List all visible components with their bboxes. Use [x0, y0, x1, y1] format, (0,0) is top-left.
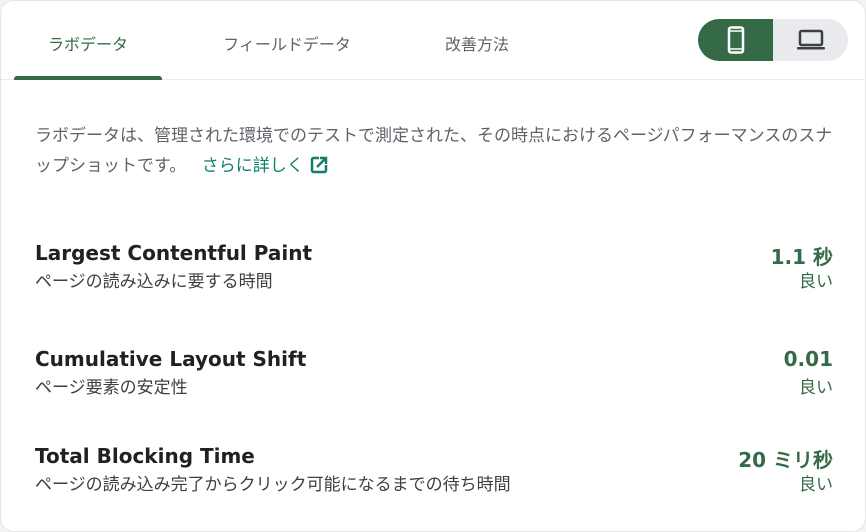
metric-value: 0.01: [783, 347, 833, 371]
metric-name: Total Blocking Time: [35, 444, 255, 468]
device-toggle: [698, 19, 848, 61]
metric-name: Cumulative Layout Shift: [35, 347, 307, 371]
metric-description: ページ要素の安定性: [35, 378, 188, 398]
metric-cls: Cumulative Layout Shift ページ要素の安定性 0.01 良…: [35, 347, 833, 403]
laptop-icon: [796, 29, 825, 50]
tab-field-data[interactable]: フィールドデータ: [197, 1, 377, 79]
metric-lcp: Largest Contentful Paint ページの読み込みに要する時間 …: [35, 241, 833, 297]
metric-rating: 良い: [799, 475, 833, 495]
metric-value: 20 ミリ秒: [738, 448, 833, 472]
metric-value: 1.1 秒: [770, 245, 833, 269]
metric-rating: 良い: [799, 272, 833, 292]
desktop-device-button[interactable]: [773, 19, 848, 61]
lab-data-card: ラボデータ フィールドデータ 改善方法 ラボデータは、管理された環境でのテストで…: [0, 0, 866, 532]
smartphone-icon: [727, 26, 744, 54]
tab-improvements[interactable]: 改善方法: [419, 1, 535, 79]
external-link-icon: [310, 155, 329, 174]
learn-more-link[interactable]: さらに詳しく: [201, 155, 329, 176]
intro-text: ラボデータは、管理された環境でのテストで測定された、その時点におけるページパフォ…: [35, 121, 835, 181]
metric-name: Largest Contentful Paint: [35, 241, 313, 265]
metric-description: ページの読み込み完了からクリック可能になるまでの待ち時間: [35, 475, 511, 495]
tab-lab-data[interactable]: ラボデータ: [14, 1, 162, 80]
intro-description: ラボデータは、管理された環境でのテストで測定された、その時点におけるページパフォ…: [35, 126, 833, 176]
metric-rating: 良い: [799, 378, 833, 398]
metric-tbt: Total Blocking Time ページの読み込み完了からクリック可能にな…: [35, 444, 833, 500]
mobile-device-button[interactable]: [698, 19, 773, 61]
metric-description: ページの読み込みに要する時間: [35, 272, 273, 292]
learn-more-label: さらに詳しく: [201, 156, 304, 176]
tab-bar: ラボデータ フィールドデータ 改善方法: [1, 1, 865, 80]
